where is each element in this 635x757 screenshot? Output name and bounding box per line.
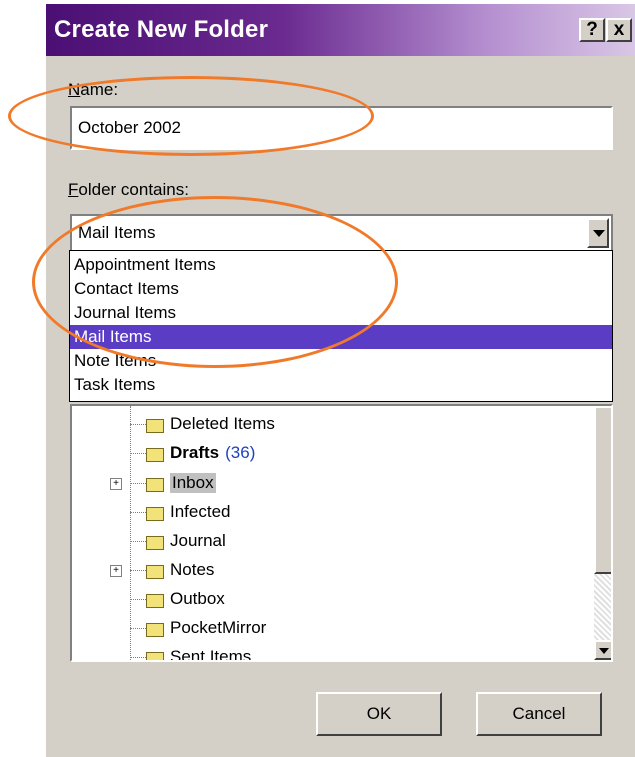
name-label-text: ame: bbox=[80, 80, 119, 99]
ok-button[interactable]: OK bbox=[316, 692, 442, 736]
name-label: Name: bbox=[68, 80, 118, 100]
option-journal-items[interactable]: Journal Items bbox=[70, 301, 612, 325]
tree-item-label: Outbox bbox=[170, 589, 225, 608]
tree-item-label: PocketMirror bbox=[170, 618, 267, 637]
tree-item-outbox[interactable]: Outbox bbox=[130, 587, 225, 611]
tree-connector bbox=[130, 627, 146, 629]
option-contact-items[interactable]: Contact Items bbox=[70, 277, 612, 301]
notes-folder-icon bbox=[146, 562, 164, 579]
tree-item-journal[interactable]: Journal bbox=[130, 529, 226, 553]
notes-expand-icon[interactable]: + bbox=[110, 565, 122, 577]
option-task-items[interactable]: Task Items bbox=[70, 373, 612, 397]
inbox-folder-icon bbox=[146, 475, 164, 492]
tree-connector bbox=[130, 540, 146, 542]
folder-contains-label-accel: F bbox=[68, 180, 79, 199]
tree-item-infected[interactable]: Infected bbox=[130, 500, 231, 524]
tree-connector bbox=[130, 423, 146, 425]
tree-item-label: Inbox bbox=[170, 473, 216, 493]
tree-connector bbox=[130, 482, 146, 484]
tree-item-label: Deleted Items bbox=[170, 414, 275, 433]
tree-scrollbar[interactable] bbox=[594, 406, 611, 660]
unread-count: (36) bbox=[225, 443, 256, 462]
option-note-items[interactable]: Note Items bbox=[70, 349, 612, 373]
deleted-items-folder-icon bbox=[146, 416, 164, 433]
scroll-down-arrow-icon[interactable] bbox=[594, 640, 611, 660]
dialog-title: Create New Folder bbox=[54, 16, 269, 43]
option-mail-items[interactable]: Mail Items bbox=[70, 325, 612, 349]
folder-tree[interactable]: Deleted Items Drafts (36) + Inbox Infect… bbox=[70, 404, 613, 662]
cancel-button[interactable]: Cancel bbox=[476, 692, 602, 736]
help-button[interactable]: ? bbox=[579, 18, 605, 42]
tree-item-pocketmirror[interactable]: PocketMirror bbox=[130, 616, 266, 640]
folder-contains-label: Folder contains: bbox=[68, 180, 189, 200]
tree-connector bbox=[130, 598, 146, 600]
tree-item-label: Infected bbox=[170, 502, 231, 521]
folder-icon bbox=[146, 620, 164, 637]
tree-item-label: Sent Items bbox=[170, 647, 252, 662]
tree-item-label: Notes bbox=[170, 560, 215, 579]
tree-item-notes[interactable]: Notes bbox=[130, 558, 214, 582]
name-label-accel: N bbox=[68, 80, 81, 99]
tree-connector bbox=[130, 569, 146, 571]
folder-contains-label-text: older contains: bbox=[78, 180, 189, 199]
folder-name-input[interactable]: October 2002 bbox=[70, 106, 613, 150]
tree-item-drafts[interactable]: Drafts (36) bbox=[130, 441, 255, 465]
tree-connector bbox=[130, 511, 146, 513]
tree-connector bbox=[130, 452, 146, 454]
folder-type-dropdown-list[interactable]: Appointment Items Contact Items Journal … bbox=[69, 250, 613, 402]
journal-folder-icon bbox=[146, 533, 164, 550]
inbox-expand-icon[interactable]: + bbox=[110, 478, 122, 490]
tree-item-inbox[interactable]: Inbox bbox=[130, 471, 216, 495]
folder-icon bbox=[146, 504, 164, 521]
tree-item-sent-items[interactable]: Sent Items bbox=[130, 645, 252, 662]
close-button[interactable]: x bbox=[606, 18, 632, 42]
sent-items-folder-icon bbox=[146, 649, 164, 660]
option-appointment-items[interactable]: Appointment Items bbox=[70, 253, 612, 277]
outbox-folder-icon bbox=[146, 591, 164, 608]
dropdown-arrow-button[interactable] bbox=[587, 218, 609, 248]
folder-contains-value: Mail Items bbox=[78, 223, 156, 242]
folder-contains-select[interactable]: Mail Items bbox=[70, 214, 613, 252]
scrollbar-thumb[interactable] bbox=[594, 406, 611, 574]
tree-item-deleted-items[interactable]: Deleted Items bbox=[130, 412, 275, 436]
title-bar[interactable]: Create New Folder ? x bbox=[46, 4, 635, 56]
tree-item-label: Journal bbox=[170, 531, 226, 550]
tree-connector bbox=[130, 656, 146, 658]
drafts-folder-icon bbox=[146, 445, 164, 462]
tree-item-label: Drafts bbox=[170, 443, 220, 462]
